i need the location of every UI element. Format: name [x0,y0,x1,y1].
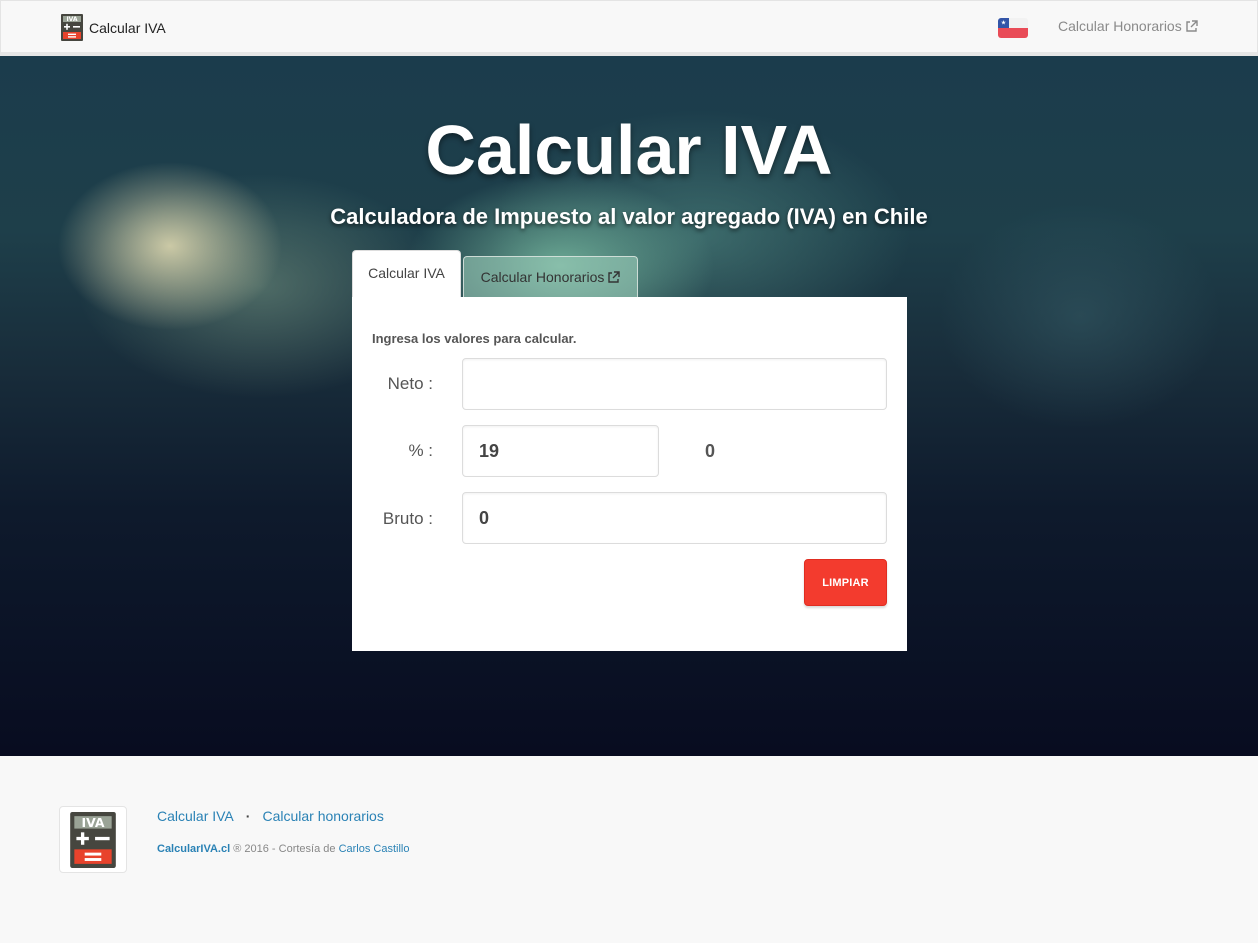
footer-link-honorarios[interactable]: Calcular honorarios [262,808,383,824]
svg-text:IVA: IVA [81,815,104,830]
tab-calcular-iva[interactable]: Calcular IVA [352,250,461,298]
footer-logo: IVA [59,806,127,873]
tab-calcular-honorarios[interactable]: Calcular Honorarios [463,256,638,297]
percent-input[interactable] [462,425,659,477]
external-link-icon [608,270,621,283]
brand[interactable]: IVA Calcular IVA [61,14,166,41]
footer-copyright: CalcularIVA.cl ® 2016 - Cortesía de Carl… [157,843,409,855]
bruto-label: Bruto : [382,509,433,528]
svg-text:IVA: IVA [66,16,77,23]
neto-input[interactable] [462,358,887,410]
page-title: Calcular IVA [425,111,833,189]
neto-label: Neto : [387,374,433,393]
copyright-text: ® 2016 - Cortesía de [230,843,339,855]
nav-link-honorarios[interactable]: Calcular Honorarios [1058,18,1198,34]
hero-section: Calcular IVA Calculadora de Impuesto al … [0,56,1258,756]
footer: IVA Calcular IVA · Calcular honorarios C… [0,756,1258,943]
percent-label: % : [408,441,433,460]
flag-red-stripe [998,28,1028,38]
footer-author-link[interactable]: Carlos Castillo [339,843,410,855]
navbar: IVA Calcular IVA Calcular Honorarios [0,0,1258,56]
tab-label: Calcular Honorarios [480,269,605,285]
bruto-input[interactable] [462,492,887,544]
form-instructions: Ingresa los valores para calcular. [372,331,577,346]
footer-separator: · [245,808,251,824]
footer-links: Calcular IVA · Calcular honorarios [157,808,384,824]
clear-button[interactable]: LIMPIAR [804,559,887,606]
calculator-logo-icon: IVA [61,14,83,41]
nav-link-label: Calcular Honorarios [1058,18,1182,34]
page-subtitle: Calculadora de Impuesto al valor agregad… [330,204,928,229]
footer-link-iva[interactable]: Calcular IVA [157,808,234,824]
tab-label: Calcular IVA [368,265,445,281]
brand-label: Calcular IVA [89,19,166,36]
external-link-icon [1186,19,1198,32]
chile-flag-icon[interactable] [998,18,1028,38]
iva-amount: 0 [705,441,716,461]
calculator-panel: Ingresa los valores para calcular. Neto … [352,297,907,651]
footer-site-link[interactable]: CalcularIVA.cl [157,843,230,855]
calculator-logo-icon: IVA [70,812,116,868]
